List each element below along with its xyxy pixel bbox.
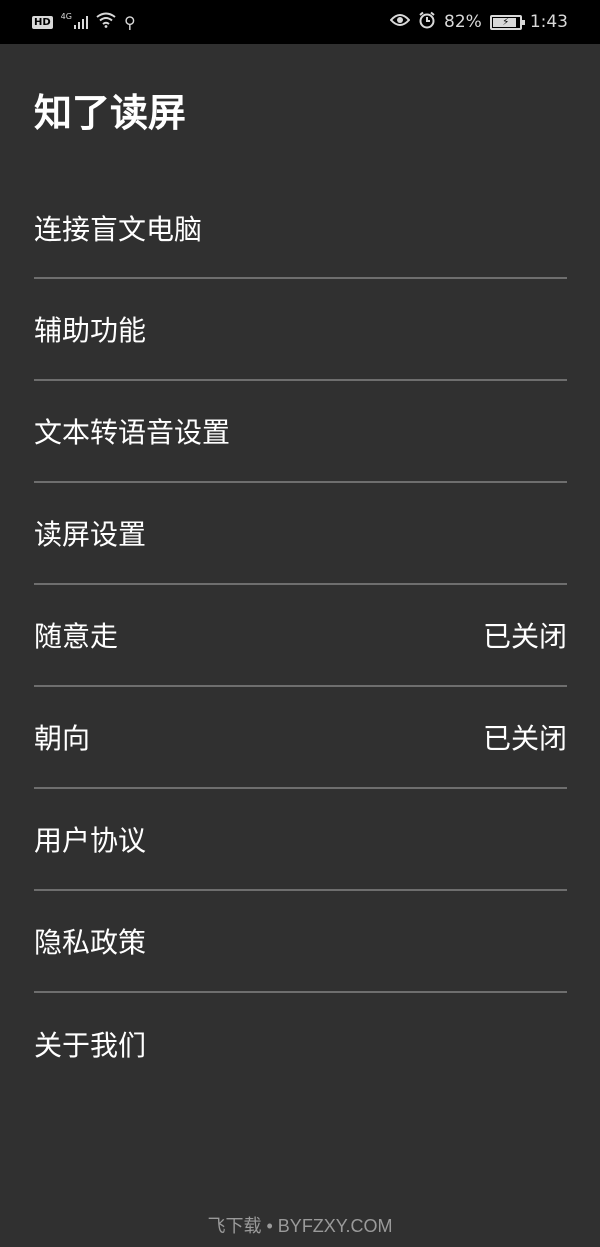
hd-badge: HD <box>32 15 53 29</box>
usb-icon: ⚲ <box>123 12 136 32</box>
settings-menu: 连接盲文电脑 辅助功能 文本转语音设置 读屏设置 随意走 已关闭 朝向 已关闭 … <box>34 178 567 1095</box>
status-bar-right: 82% ⚡ 1:43 <box>389 11 568 34</box>
menu-item-label: 辅助功能 <box>34 314 147 347</box>
menu-item-accessibility[interactable]: 辅助功能 <box>34 279 567 381</box>
menu-item-label: 读屏设置 <box>34 518 147 551</box>
battery-percent: 82% <box>444 12 482 32</box>
menu-item-screen-reader-settings[interactable]: 读屏设置 <box>34 483 567 585</box>
menu-item-label: 随意走 <box>34 620 119 653</box>
menu-item-status: 已关闭 <box>482 620 567 653</box>
menu-item-privacy-policy[interactable]: 隐私政策 <box>34 891 567 993</box>
menu-item-label: 隐私政策 <box>34 926 147 959</box>
signal-icon <box>73 15 88 29</box>
menu-item-orientation[interactable]: 朝向 已关闭 <box>34 687 567 789</box>
menu-item-status: 已关闭 <box>482 722 567 755</box>
page-title: 知了读屏 <box>34 91 187 135</box>
eye-comfort-icon <box>389 12 411 32</box>
status-bar-left: HD 4G ⚲ <box>32 12 136 33</box>
menu-item-label: 文本转语音设置 <box>34 416 231 449</box>
menu-item-free-walk[interactable]: 随意走 已关闭 <box>34 585 567 687</box>
menu-item-user-agreement[interactable]: 用户协议 <box>34 789 567 891</box>
menu-item-label: 连接盲文电脑 <box>34 212 203 246</box>
alarm-icon <box>418 11 436 34</box>
menu-item-tts-settings[interactable]: 文本转语音设置 <box>34 381 567 483</box>
menu-item-label: 关于我们 <box>34 1029 147 1062</box>
menu-item-about-us[interactable]: 关于我们 <box>34 993 567 1095</box>
network-type: 4G <box>60 11 72 21</box>
status-bar: HD 4G ⚲ 82% ⚡ 1:43 <box>0 0 600 44</box>
menu-item-label: 用户协议 <box>34 824 147 857</box>
battery-icon: ⚡ <box>489 14 525 30</box>
clock: 1:43 <box>529 12 568 32</box>
watermark: 飞下载 • BYFZXY.COM <box>207 1216 393 1236</box>
wifi-icon <box>96 12 116 33</box>
menu-item-braille-computer[interactable]: 连接盲文电脑 <box>34 178 567 279</box>
menu-item-label: 朝向 <box>34 722 91 755</box>
